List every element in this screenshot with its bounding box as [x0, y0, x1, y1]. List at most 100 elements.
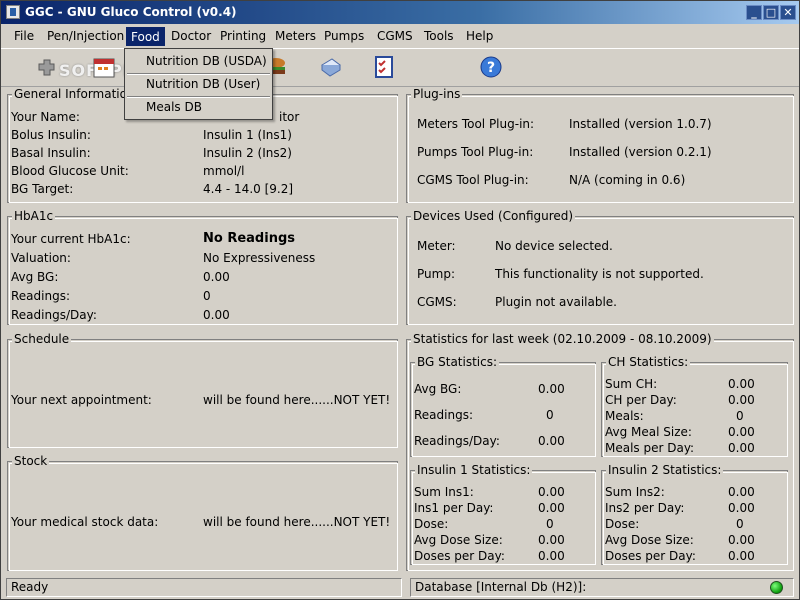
- stat-label: Dose:: [605, 517, 640, 531]
- maximize-button[interactable]: □: [763, 5, 779, 20]
- stat-label: Avg BG:: [414, 382, 462, 396]
- stat-value: 0.00: [728, 393, 755, 407]
- stat-label: Readings:: [414, 408, 474, 422]
- menu-meters[interactable]: Meters: [271, 27, 320, 46]
- stat-value: 0.00: [538, 533, 565, 547]
- database-status-led-icon: [770, 581, 783, 594]
- app-icon: [6, 5, 20, 19]
- stat-value: 0.00: [728, 377, 755, 391]
- meter-value: No device selected.: [495, 239, 613, 253]
- calendar-icon: [93, 58, 115, 78]
- title-bar[interactable]: GGC - GNU Gluco Control (v0.4) _ □ ✕: [1, 1, 799, 24]
- menu-item-meals-db[interactable]: Meals DB: [126, 97, 271, 118]
- appointment-value: will be found here......NOT YET!: [203, 393, 391, 407]
- menu-pen-injection[interactable]: Pen/Injection: [43, 27, 128, 46]
- food-dropdown-menu: Nutrition DB (USDA) Nutrition DB (User) …: [124, 48, 273, 120]
- valuation-value: No Expressiveness: [203, 251, 316, 265]
- stat-label: Sum Ins1:: [414, 485, 474, 499]
- menu-pumps[interactable]: Pumps: [320, 27, 368, 46]
- stat-label: Doses per Day:: [414, 549, 505, 563]
- window-title: GGC - GNU Gluco Control (v0.4): [25, 5, 237, 19]
- menu-item-nutrition-db-usda[interactable]: Nutrition DB (USDA): [126, 51, 271, 72]
- bolus-insulin-label: Bolus Insulin:: [11, 128, 91, 142]
- panel-title: Insulin 2 Statistics:: [606, 463, 724, 477]
- panel-title: Statistics for last week (02.10.2009 - 0…: [411, 332, 714, 346]
- stat-value: 0.00: [728, 549, 755, 563]
- status-bar: Ready Database [Internal Db (H2)]:: [1, 577, 799, 599]
- stat-value: 0.00: [538, 434, 565, 448]
- menu-printing[interactable]: Printing: [216, 27, 270, 46]
- stat-value: 0.00: [728, 501, 755, 515]
- readings-value: 0: [203, 289, 211, 303]
- stat-label: CH per Day:: [605, 393, 677, 407]
- stat-value: 0.00: [538, 485, 565, 499]
- readings-per-day-label: Readings/Day:: [11, 308, 97, 322]
- panel-title: Schedule: [12, 332, 72, 346]
- plugins-panel: Plug-ins Meters Tool Plug-in: Installed …: [406, 87, 794, 203]
- stat-label: Meals:: [605, 409, 644, 423]
- checklist-button[interactable]: [369, 52, 399, 82]
- panel-title: General Information: [12, 87, 137, 101]
- close-button[interactable]: ✕: [780, 5, 796, 20]
- svg-text:?: ?: [487, 60, 495, 76]
- stat-label: Sum Ins2:: [605, 485, 665, 499]
- stat-label: Meals per Day:: [605, 441, 695, 455]
- cgms-plugin-value: N/A (coming in 0.6): [569, 173, 686, 187]
- bg-statistics-panel: BG Statistics: Avg BG: 0.00 Readings: 0 …: [410, 355, 596, 457]
- menu-tools[interactable]: Tools: [420, 27, 458, 46]
- stat-label: Ins1 per Day:: [414, 501, 494, 515]
- menu-file[interactable]: File: [10, 27, 38, 46]
- meters-plugin-value: Installed (version 1.0.7): [569, 117, 712, 131]
- stock-label: Your medical stock data:: [11, 515, 159, 529]
- stock-value: will be found here......NOT YET!: [203, 515, 391, 529]
- menu-cgms[interactable]: CGMS: [373, 27, 417, 46]
- insulin2-statistics-panel: Insulin 2 Statistics: Sum Ins2: 0.00 Ins…: [601, 463, 788, 565]
- basal-insulin-label: Basal Insulin:: [11, 146, 91, 160]
- stat-value: 0.00: [538, 501, 565, 515]
- app-window: GGC - GNU Gluco Control (v0.4) _ □ ✕ Fil…: [0, 0, 800, 600]
- menu-item-nutrition-db-user[interactable]: Nutrition DB (User): [126, 74, 271, 95]
- name-value: itor: [279, 110, 300, 124]
- bolus-insulin-value: Insulin 1 (Ins1): [203, 128, 292, 142]
- stat-value: 0.00: [728, 425, 755, 439]
- print-button[interactable]: [315, 52, 345, 82]
- menu-doctor[interactable]: Doctor: [167, 27, 215, 46]
- minimize-button[interactable]: _: [746, 5, 762, 20]
- bg-unit-label: Blood Glucose Unit:: [11, 164, 129, 178]
- checklist-icon: [375, 56, 393, 78]
- stat-value: 0.00: [728, 485, 755, 499]
- bg-unit-value: mmol/l: [203, 164, 245, 178]
- stat-value: 0.00: [728, 441, 755, 455]
- cgms-value: Plugin not available.: [495, 295, 617, 309]
- status-text: Ready: [6, 578, 402, 597]
- pumps-plugin-label: Pumps Tool Plug-in:: [417, 145, 534, 159]
- toolbar: SOFTPEDIA: [1, 49, 799, 87]
- stat-value: 0: [546, 517, 554, 531]
- statistics-panel: Statistics for last week (02.10.2009 - 0…: [406, 332, 794, 571]
- panel-title: Plug-ins: [411, 87, 463, 101]
- meter-label: Meter:: [417, 239, 456, 253]
- stat-label: Avg Dose Size:: [605, 533, 694, 547]
- stat-value: 0: [736, 409, 744, 423]
- panel-title: Devices Used (Configured): [411, 209, 576, 223]
- stat-label: Dose:: [414, 517, 449, 531]
- basal-insulin-value: Insulin 2 (Ins2): [203, 146, 292, 160]
- plugin-icon: [38, 59, 55, 76]
- help-button[interactable]: ?: [476, 52, 506, 82]
- stat-label: Avg Meal Size:: [605, 425, 692, 439]
- bg-target-value: 4.4 - 14.0 [9.2]: [203, 182, 294, 196]
- database-status: Database [Internal Db (H2)]:: [410, 578, 794, 597]
- bg-target-label: BG Target:: [11, 182, 74, 196]
- avg-bg-label: Avg BG:: [11, 270, 59, 284]
- pump-value: This functionality is not supported.: [495, 267, 704, 281]
- calendar-button[interactable]: [89, 52, 119, 82]
- stat-value: 0: [546, 408, 554, 422]
- insulin1-statistics-panel: Insulin 1 Statistics: Sum Ins1: 0.00 Ins…: [410, 463, 596, 565]
- stat-label: Avg Dose Size:: [414, 533, 503, 547]
- stat-value: 0.00: [538, 382, 565, 396]
- devices-panel: Devices Used (Configured) Meter: No devi…: [406, 209, 794, 325]
- menu-help[interactable]: Help: [462, 27, 497, 46]
- schedule-panel: Schedule Your next appointment: will be …: [7, 332, 398, 448]
- menu-food[interactable]: Food: [126, 27, 165, 46]
- ch-statistics-panel: CH Statistics: Sum CH: 0.00 CH per Day: …: [601, 355, 788, 457]
